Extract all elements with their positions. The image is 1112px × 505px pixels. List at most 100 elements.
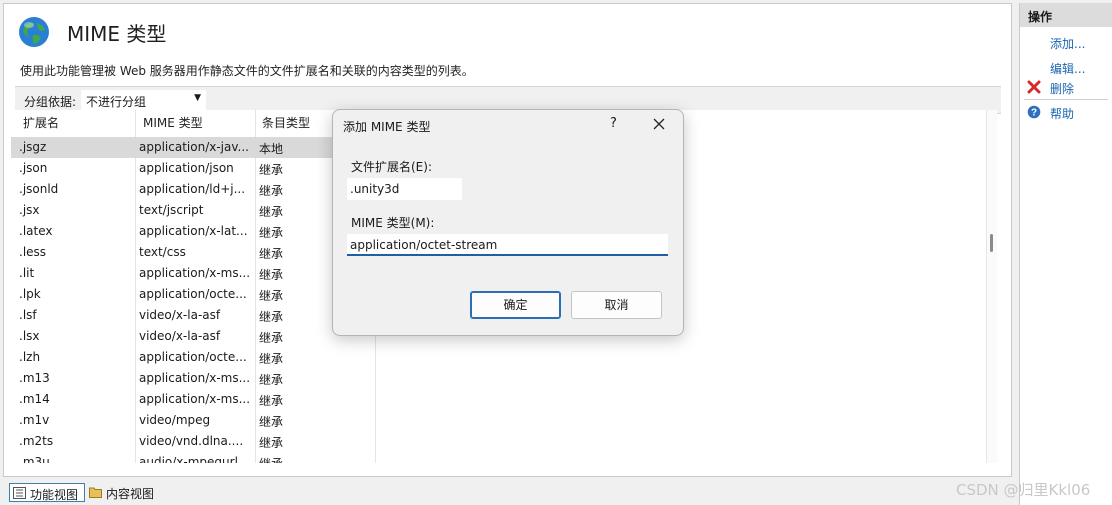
actions-divider	[1024, 99, 1108, 100]
help-icon: ?	[1027, 105, 1041, 119]
cell-entry-type: 继承	[259, 455, 319, 463]
dialog-title: 添加 MIME 类型	[343, 120, 431, 134]
sort-ascending-icon: ^	[69, 110, 77, 116]
cell-entry-type: 继承	[259, 331, 284, 345]
cell-mime-type: application/x-lat...	[139, 224, 248, 238]
cell-mime-type: audio/x-mpegurl	[139, 455, 238, 463]
cell-mime-type: application/x-ms...	[139, 371, 251, 385]
cell-entry-type: 继承	[259, 310, 284, 324]
dialog-help-button[interactable]: ?	[610, 116, 617, 131]
watermark: CSDN @归里Kkl06	[956, 481, 1091, 499]
table-row[interactable]: .json application/json 继承	[11, 158, 373, 179]
cell-entry-type: 继承	[259, 226, 284, 240]
cell-mime-type: application/json	[139, 161, 234, 175]
table-row[interactable]: .m14 application/x-ms... 继承	[11, 389, 373, 410]
table-row[interactable]: .lit application/x-ms... 继承	[11, 263, 373, 284]
table-row[interactable]: .m2ts video/vnd.dlna.... 继承	[11, 431, 373, 452]
tab-label: 内容视图	[106, 487, 155, 501]
table-row[interactable]: .lpk application/octe... 继承	[11, 284, 373, 305]
cell-extension: .less	[19, 245, 47, 259]
cell-extension: .latex	[19, 224, 53, 238]
cell-extension: .json	[19, 161, 48, 175]
tab-content-view[interactable]: 内容视图	[86, 483, 166, 502]
features-view-icon	[13, 487, 26, 499]
tab-label: 功能视图	[30, 488, 79, 502]
table-row[interactable]: .lsf video/x-la-asf 继承	[11, 305, 373, 326]
extension-label: 文件扩展名(E):	[351, 160, 432, 174]
table-row[interactable]: .m3u audio/x-mpegurl 继承	[11, 452, 373, 463]
cell-extension: .lpk	[19, 287, 41, 301]
header-entry-type[interactable]: 条目类型	[262, 114, 310, 131]
cell-mime-type: application/x-ms...	[139, 392, 251, 406]
cell-mime-type: video/mpeg	[139, 413, 211, 427]
cell-extension: .jsonld	[19, 182, 59, 196]
vertical-scrollbar[interactable]	[986, 110, 997, 463]
cell-extension: .m2ts	[19, 434, 54, 448]
cell-mime-type: application/ld+j...	[139, 182, 246, 196]
cell-mime-type: video/x-la-asf	[139, 308, 221, 322]
cell-extension: .lsf	[19, 308, 37, 322]
edit-action-link[interactable]: 编辑...	[1050, 60, 1085, 77]
cell-extension: .jsx	[19, 203, 40, 217]
help-action-link[interactable]: 帮助	[1050, 105, 1074, 122]
group-select[interactable]: 不进行分组 ▼	[81, 90, 206, 110]
table-row[interactable]: .lzh application/octe... 继承	[11, 347, 373, 368]
cell-extension: .lit	[19, 266, 35, 280]
cell-entry-type: 继承	[259, 247, 284, 261]
cell-entry-type: 继承	[259, 415, 284, 429]
cell-extension: .jsgz	[19, 140, 47, 154]
close-icon[interactable]	[651, 116, 667, 132]
content-view-icon	[89, 487, 102, 498]
add-action-link[interactable]: 添加...	[1050, 35, 1085, 52]
cell-entry-type: 继承	[259, 268, 284, 282]
cell-entry-type: 继承	[259, 205, 284, 219]
add-mime-type-dialog: 添加 MIME 类型 ? 文件扩展名(E): .unity3d MIME 类型(…	[332, 109, 684, 336]
cell-extension: .m14	[19, 392, 50, 406]
extension-input[interactable]: .unity3d	[347, 178, 462, 200]
mime-type-label: MIME 类型(M):	[351, 216, 435, 230]
table-row[interactable]: .jsonld application/ld+j... 继承	[11, 179, 373, 200]
cell-mime-type: video/x-la-asf	[139, 329, 221, 343]
cell-mime-type: application/octe...	[139, 350, 247, 364]
cell-entry-type: 继承	[259, 436, 284, 450]
table-row[interactable]: .m13 application/x-ms... 继承	[11, 368, 373, 389]
table-row[interactable]: .jsgz application/x-jav... 本地	[11, 137, 373, 158]
cell-extension: .m13	[19, 371, 50, 385]
ok-button[interactable]: 确定	[470, 291, 561, 319]
svg-text:?: ?	[1031, 108, 1037, 119]
globe-icon	[19, 17, 49, 47]
cell-extension: .lsx	[19, 329, 40, 343]
cell-entry-type: 继承	[259, 373, 284, 387]
delete-x-icon	[1027, 80, 1041, 94]
dropdown-arrow-icon: ▼	[194, 93, 201, 103]
cell-entry-type: 继承	[259, 289, 284, 303]
table-row[interactable]: .lsx video/x-la-asf 继承	[11, 326, 373, 347]
table-row[interactable]: .jsx text/jscript 继承	[11, 200, 373, 221]
cell-entry-type: 继承	[259, 184, 284, 198]
cancel-button[interactable]: 取消	[571, 291, 662, 319]
scrollbar-thumb[interactable]	[990, 234, 993, 252]
cell-mime-type: application/x-ms...	[139, 266, 251, 280]
cell-extension: .m1v	[19, 413, 50, 427]
cell-mime-type: text/css	[139, 245, 186, 259]
actions-header: 操作	[1020, 3, 1112, 27]
table-row[interactable]: .m1v video/mpeg 继承	[11, 410, 373, 431]
delete-action-link[interactable]: 删除	[1050, 80, 1074, 97]
cell-mime-type: text/jscript	[139, 203, 204, 217]
cell-mime-type: video/vnd.dlna....	[139, 434, 244, 448]
header-extension[interactable]: 扩展名	[23, 114, 59, 131]
cell-extension: .lzh	[19, 350, 41, 364]
cell-mime-type: application/octe...	[139, 287, 247, 301]
header-mime-type[interactable]: MIME 类型	[143, 114, 203, 131]
cell-entry-type: 继承	[259, 394, 284, 408]
table-row[interactable]: .less text/css 继承	[11, 242, 373, 263]
cell-entry-type: 本地	[259, 142, 284, 156]
cell-mime-type: application/x-jav...	[139, 140, 249, 154]
group-label: 分组依据:	[24, 95, 77, 109]
cell-entry-type: 继承	[259, 352, 284, 366]
page-description: 使用此功能管理被 Web 服务器用作静态文件的文件扩展名和关联的内容类型的列表。	[20, 64, 474, 78]
mime-type-input[interactable]: application/octet-stream	[347, 234, 668, 256]
page-title: MIME 类型	[67, 22, 167, 46]
table-row[interactable]: .latex application/x-lat... 继承	[11, 221, 373, 242]
tab-features-view[interactable]: 功能视图	[9, 483, 85, 502]
